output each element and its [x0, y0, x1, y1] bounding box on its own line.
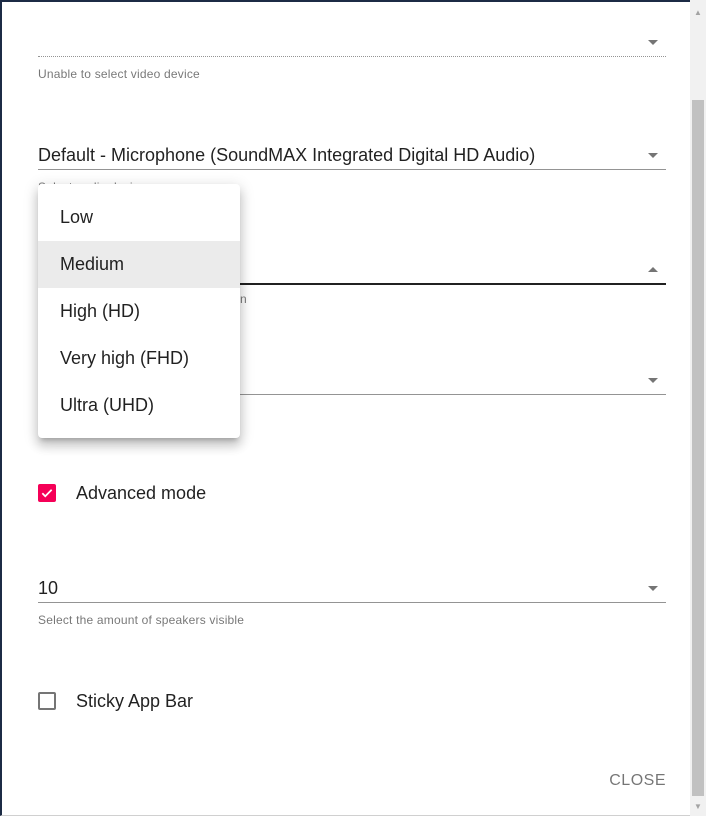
quality-option-medium[interactable]: Medium	[38, 241, 240, 288]
advanced-mode-label: Advanced mode	[76, 482, 207, 503]
audio-device-select[interactable]: Default - Microphone (SoundMAX Integrate…	[38, 141, 666, 170]
video-device-field: Unable to select video device	[38, 28, 666, 81]
chevron-down-icon	[648, 153, 658, 158]
checkbox-unchecked-icon	[38, 692, 56, 710]
speakers-field: 10 Select the amount of speakers visible	[38, 574, 666, 627]
quality-option-high[interactable]: High (HD)	[38, 288, 240, 335]
scroll-thumb[interactable]	[692, 100, 704, 796]
speakers-value: 10	[38, 578, 59, 598]
speakers-helper: Select the amount of speakers visible	[38, 613, 245, 627]
scroll-up-arrow-icon[interactable]: ▲	[690, 4, 706, 20]
vertical-scrollbar[interactable]: ▲ ▼	[690, 0, 706, 816]
video-device-select[interactable]	[38, 28, 666, 57]
advanced-mode-checkbox[interactable]: Advanced mode	[38, 481, 206, 505]
close-button[interactable]: CLOSE	[609, 772, 666, 790]
scroll-down-arrow-icon[interactable]: ▼	[690, 798, 706, 814]
speakers-select[interactable]: 10	[38, 574, 666, 603]
quality-option-very-high[interactable]: Very high (FHD)	[38, 335, 240, 382]
quality-helper: n	[240, 292, 247, 306]
checkbox-checked-icon	[38, 484, 56, 502]
audio-device-value: Default - Microphone (SoundMAX Integrate…	[38, 145, 536, 165]
quality-option-low[interactable]: Low	[38, 194, 240, 241]
quality-dropdown-menu: Low Medium High (HD) Very high (FHD) Ult…	[38, 184, 240, 438]
chevron-down-icon	[648, 586, 658, 591]
sticky-app-bar-checkbox[interactable]: Sticky App Bar	[38, 689, 193, 713]
chevron-up-icon	[648, 267, 658, 272]
chevron-down-icon	[648, 378, 658, 383]
video-device-helper: Unable to select video device	[38, 67, 200, 81]
sticky-app-bar-label: Sticky App Bar	[76, 690, 194, 711]
quality-option-ultra[interactable]: Ultra (UHD)	[38, 382, 240, 429]
chevron-down-icon	[648, 40, 658, 45]
